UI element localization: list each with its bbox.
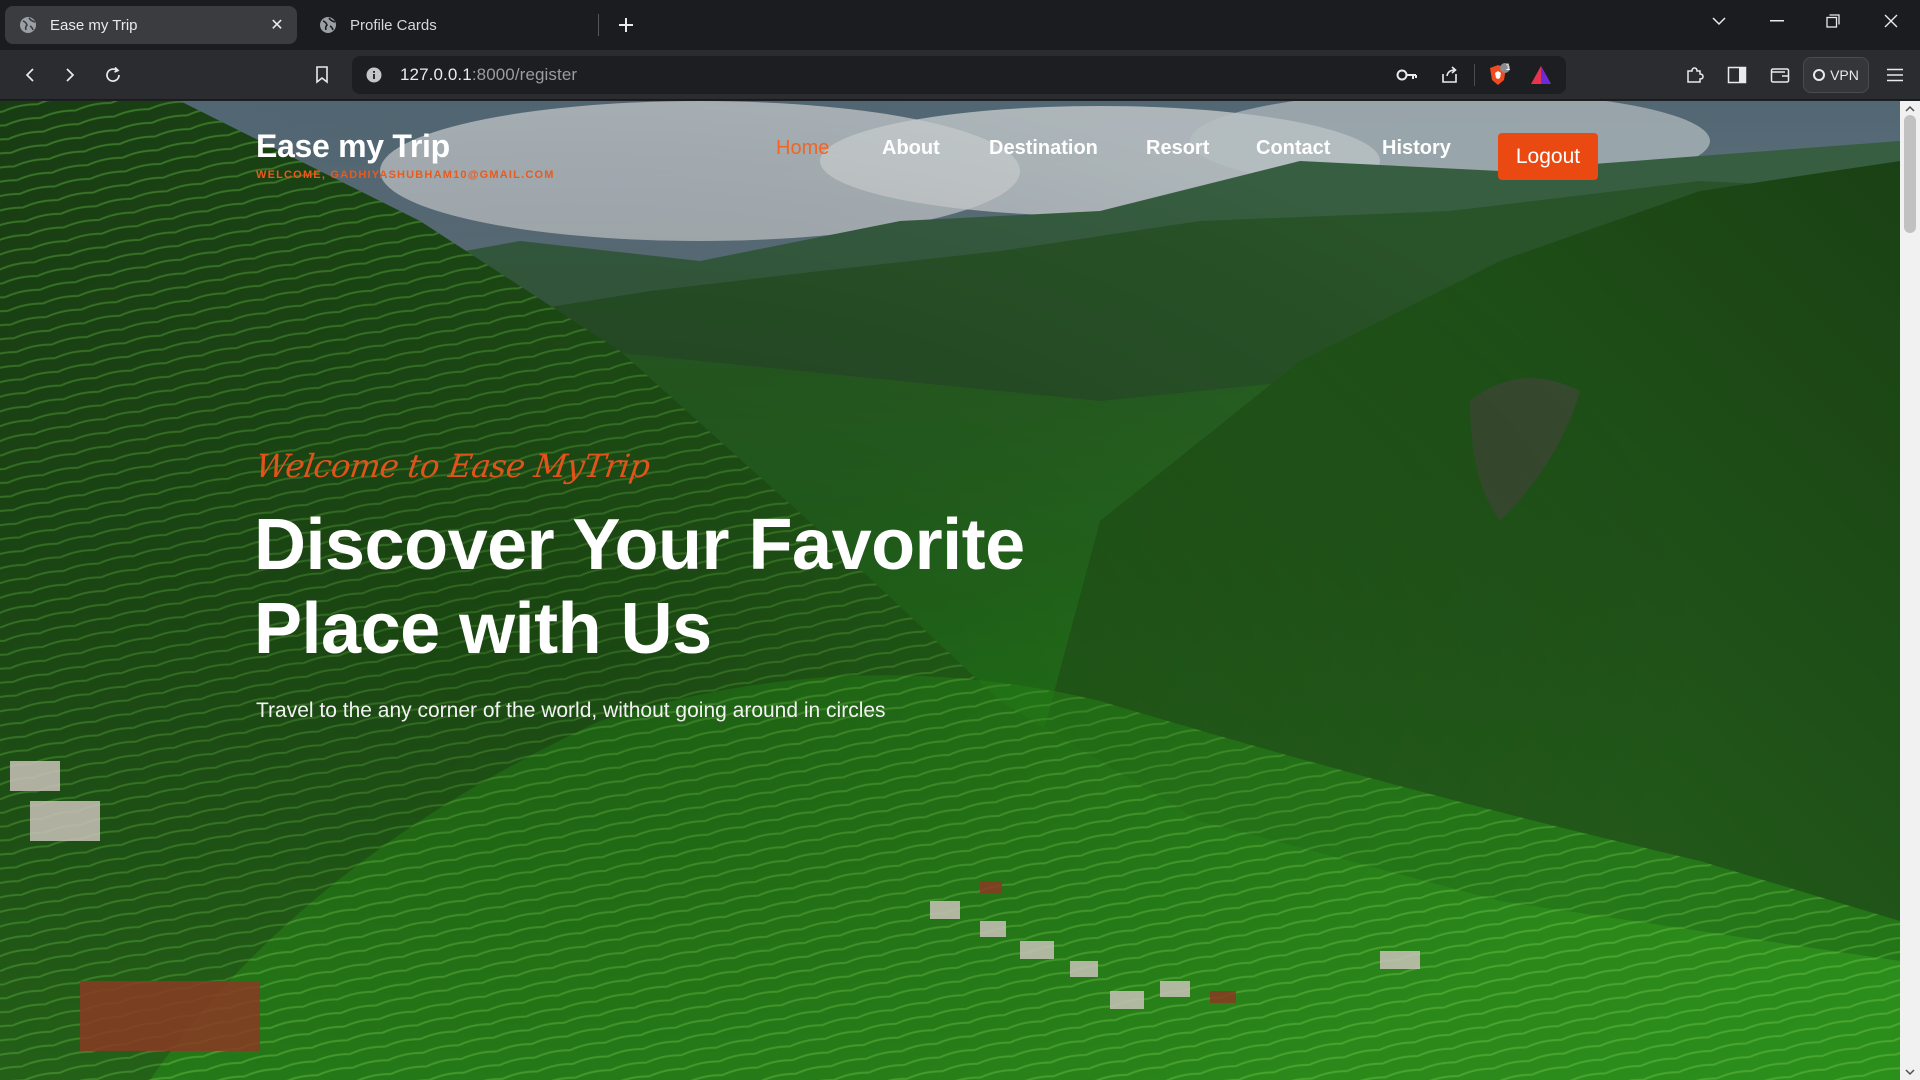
tab-title: Profile Cards (350, 16, 437, 34)
forward-button[interactable] (55, 60, 85, 90)
restore-button[interactable] (1808, 6, 1858, 36)
share-icon[interactable] (1440, 65, 1460, 90)
tab-title: Ease my Trip (50, 16, 138, 34)
globe-icon (319, 16, 337, 34)
close-icon[interactable]: ✕ (267, 15, 287, 35)
menu-button[interactable] (1880, 60, 1910, 90)
browser-toolbar: 127.0.0.1:8000/register 1 VPN (0, 50, 1920, 100)
wallet-icon (1770, 68, 1790, 83)
minimize-icon (1770, 20, 1784, 22)
wallet-button[interactable] (1765, 60, 1795, 90)
tab-ease-my-trip[interactable]: Ease my Trip ✕ (5, 6, 297, 44)
hero-headline-line-2: Place with Us (254, 589, 712, 669)
nav-about[interactable]: About (882, 137, 940, 160)
address-bar[interactable]: 127.0.0.1:8000/register 1 (352, 56, 1566, 94)
hero-script-title: Welcome to Ease MyTrip (253, 447, 653, 485)
tab-strip: Ease my Trip ✕ Profile Cards (0, 0, 1920, 50)
close-window-button[interactable] (1866, 6, 1916, 36)
omnibox-divider (1474, 64, 1475, 86)
vpn-status-icon (1813, 69, 1826, 81)
hero-headline: Discover Your Favorite Place with Us (254, 503, 1154, 671)
page-viewport: Ease my Trip WELCOME, GADHIYASHUBHAM10@G… (0, 101, 1900, 1080)
restore-icon (1826, 14, 1840, 28)
key-icon[interactable] (1396, 66, 1418, 89)
bookmark-icon (316, 66, 328, 84)
sidebar-button[interactable] (1722, 60, 1752, 90)
site-logo[interactable]: Ease my Trip (256, 128, 450, 165)
plus-icon (619, 18, 633, 32)
page-scrollbar[interactable] (1900, 101, 1920, 1080)
sidebar-icon (1727, 66, 1747, 84)
chevron-down-icon (1712, 17, 1726, 26)
nav-contact[interactable]: Contact (1256, 137, 1330, 160)
nav-resort[interactable]: Resort (1146, 137, 1209, 160)
bookmark-button[interactable] (307, 60, 337, 90)
reload-icon (106, 66, 120, 82)
hero-headline-line-1: Discover Your Favorite (254, 505, 1025, 585)
close-icon (1884, 14, 1898, 28)
hamburger-icon (1887, 68, 1903, 82)
back-button[interactable] (15, 60, 45, 90)
extensions-button[interactable] (1680, 60, 1710, 90)
tab-separator (598, 14, 599, 36)
vpn-label: VPN (1830, 67, 1859, 83)
arrow-right-icon (66, 68, 75, 82)
minimize-button[interactable] (1752, 6, 1802, 36)
reload-button[interactable] (98, 60, 128, 90)
globe-icon (19, 16, 37, 34)
brave-rewards-icon[interactable] (1530, 65, 1552, 90)
tab-profile-cards[interactable]: Profile Cards (305, 6, 595, 44)
logout-button[interactable]: Logout (1498, 133, 1598, 180)
nav-home[interactable]: Home (776, 137, 829, 160)
scroll-up-icon (1905, 105, 1915, 112)
hero-subline: Travel to the any corner of the world, w… (256, 699, 886, 722)
url-text: 127.0.0.1:8000/register (400, 65, 578, 84)
nav-history[interactable]: History (1382, 137, 1451, 160)
arrow-left-icon (25, 68, 34, 82)
puzzle-icon (1687, 67, 1704, 83)
info-icon[interactable] (366, 67, 382, 88)
welcome-user-email: WELCOME, GADHIYASHUBHAM10@GMAIL.COM (256, 169, 555, 181)
new-tab-button[interactable] (612, 11, 640, 39)
vpn-button[interactable]: VPN (1803, 57, 1869, 93)
scroll-down-icon (1905, 1069, 1915, 1076)
shields-badge: 1 (1505, 62, 1511, 72)
tab-search-button[interactable] (1694, 6, 1744, 36)
nav-destination[interactable]: Destination (989, 137, 1098, 160)
scrollbar-thumb[interactable] (1904, 115, 1916, 233)
